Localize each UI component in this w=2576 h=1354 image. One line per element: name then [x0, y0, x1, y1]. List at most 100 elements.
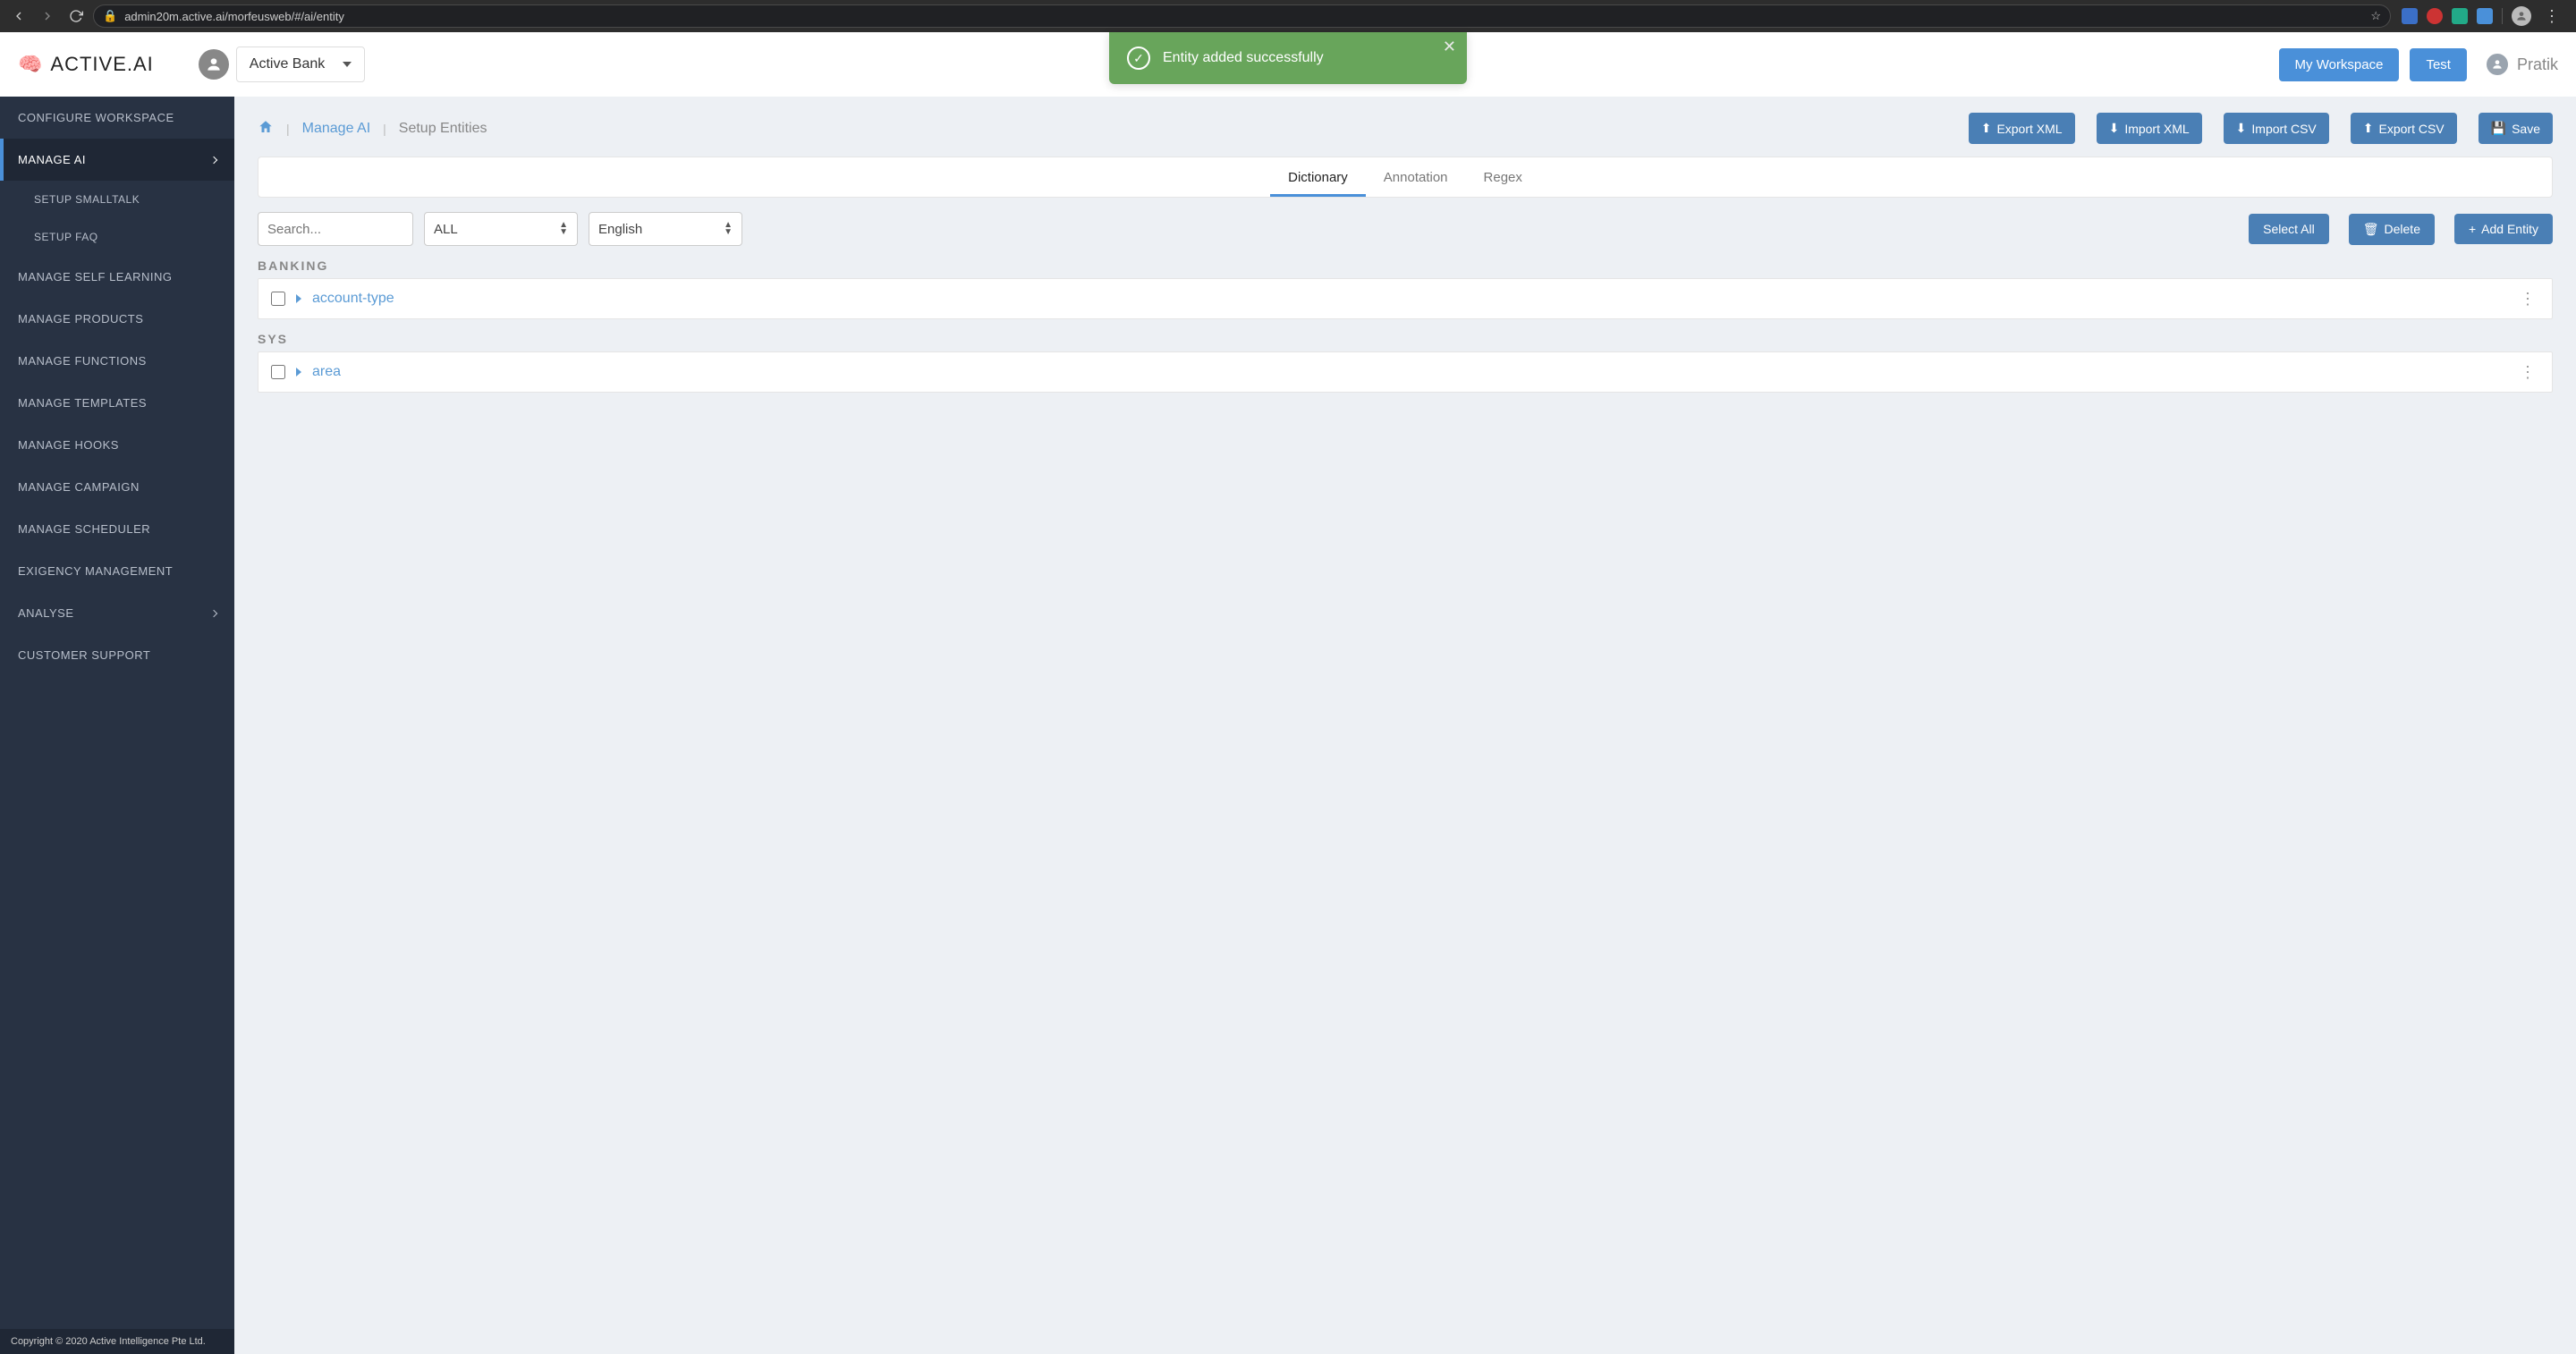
group-title: SYS [258, 332, 2553, 346]
export-csv-button[interactable]: ⬆Export CSV [2351, 113, 2457, 144]
sidebar: CONFIGURE WORKSPACE MANAGE AI SETUP SMAL… [0, 97, 234, 1354]
copyright: Copyright © 2020 Active Intelligence Pte… [0, 1329, 234, 1354]
kebab-menu-icon[interactable]: ⋮ [2516, 290, 2539, 309]
extension-icon[interactable] [2427, 8, 2443, 24]
bank-name: Active Bank [250, 56, 325, 72]
chevron-down-icon [343, 62, 352, 67]
tab-regex[interactable]: Regex [1466, 159, 1540, 196]
entity-name[interactable]: account-type [312, 291, 2505, 307]
import-icon: ⬇ [2236, 121, 2247, 136]
sidebar-label: MANAGE AI [18, 153, 86, 166]
brain-icon: 🧠 [18, 53, 43, 76]
user-name: Pratik [2517, 55, 2558, 74]
breadcrumb-manage-ai[interactable]: Manage AI [302, 121, 371, 137]
breadcrumb-separator: | [383, 122, 386, 136]
close-icon[interactable]: ✕ [1443, 38, 1456, 56]
home-icon[interactable] [258, 119, 274, 138]
sidebar-item-manage-products[interactable]: MANAGE PRODUCTS [0, 298, 234, 340]
browser-back-button[interactable] [7, 4, 30, 28]
export-icon: ⬆ [2363, 121, 2374, 136]
language-select[interactable]: English ▲▼ [589, 212, 742, 246]
browser-forward-button[interactable] [36, 4, 59, 28]
test-button[interactable]: Test [2410, 48, 2467, 81]
delete-button[interactable]: 🗑Delete [2349, 214, 2435, 245]
checkmark-icon: ✓ [1127, 47, 1150, 70]
sidebar-item-exigency-management[interactable]: EXIGENCY MANAGEMENT [0, 550, 234, 592]
breadcrumb-current: Setup Entities [399, 121, 487, 137]
bank-selector[interactable]: Active Bank [236, 47, 365, 82]
save-button[interactable]: 💾Save [2479, 113, 2553, 144]
breadcrumb-separator: | [286, 122, 290, 136]
tab-dictionary[interactable]: Dictionary [1270, 159, 1366, 196]
extension-icon[interactable] [2452, 8, 2468, 24]
search-input-wrapper: ✖ [258, 212, 413, 246]
extension-icon[interactable] [2477, 8, 2493, 24]
toast-message: Entity added successfully [1163, 50, 1324, 66]
user-avatar-icon [2487, 54, 2508, 75]
import-icon: ⬇ [2109, 121, 2120, 136]
entity-row: account-type ⋮ [258, 278, 2553, 319]
sidebar-item-manage-functions[interactable]: MANAGE FUNCTIONS [0, 340, 234, 382]
browser-url-bar[interactable]: 🔒 admin20m.active.ai/morfeusweb/#/ai/ent… [93, 4, 2391, 28]
type-select[interactable]: ALL ▲▼ [424, 212, 578, 246]
browser-reload-button[interactable] [64, 4, 88, 28]
sidebar-item-manage-scheduler[interactable]: MANAGE SCHEDULER [0, 508, 234, 550]
sidebar-item-manage-campaign[interactable]: MANAGE CAMPAIGN [0, 466, 234, 508]
app-header: 🧠 ACTIVE.AI Active Bank ✓ Entity added s… [0, 32, 2576, 97]
tabs: Dictionary Annotation Regex [258, 157, 2553, 198]
browser-extensions: ⋮ [2396, 6, 2569, 26]
kebab-menu-icon[interactable]: ⋮ [2516, 363, 2539, 382]
bookmark-star-icon[interactable]: ☆ [2370, 9, 2381, 23]
type-value: ALL [434, 222, 458, 237]
select-caret-icon: ▲▼ [724, 222, 733, 236]
import-xml-button[interactable]: ⬇Import XML [2097, 113, 2202, 144]
add-entity-button[interactable]: +Add Entity [2454, 214, 2553, 244]
plus-icon: + [2469, 222, 2476, 236]
sidebar-item-setup-smalltalk[interactable]: SETUP SMALLTALK [0, 181, 234, 218]
caret-right-icon[interactable] [296, 368, 301, 377]
sidebar-item-manage-self-learning[interactable]: MANAGE SELF LEARNING [0, 256, 234, 298]
select-all-button[interactable]: Select All [2249, 214, 2329, 244]
tab-annotation[interactable]: Annotation [1366, 159, 1466, 196]
chevron-right-icon [210, 156, 217, 163]
save-icon: 💾 [2491, 121, 2506, 136]
separator [2502, 8, 2503, 24]
sidebar-item-customer-support[interactable]: CUSTOMER SUPPORT [0, 634, 234, 676]
browser-chrome: 🔒 admin20m.active.ai/morfeusweb/#/ai/ent… [0, 0, 2576, 32]
sidebar-item-configure-workspace[interactable]: CONFIGURE WORKSPACE [0, 97, 234, 139]
sidebar-item-manage-ai[interactable]: MANAGE AI [0, 139, 234, 181]
trash-icon: 🗑 [2363, 222, 2379, 237]
lock-icon: 🔒 [103, 9, 117, 23]
search-input[interactable] [267, 222, 445, 237]
entity-checkbox[interactable] [271, 292, 285, 306]
breadcrumb-row: | Manage AI | Setup Entities ⬆Export XML… [258, 97, 2553, 157]
sidebar-item-analyse[interactable]: ANALYSE [0, 592, 234, 634]
sidebar-label: ANALYSE [18, 606, 74, 620]
browser-menu-icon[interactable]: ⋮ [2540, 8, 2563, 24]
logo[interactable]: 🧠 ACTIVE.AI [18, 53, 154, 76]
success-toast: ✓ Entity added successfully ✕ [1109, 32, 1467, 84]
entity-name[interactable]: area [312, 364, 2505, 380]
sidebar-item-setup-faq[interactable]: SETUP FAQ [0, 218, 234, 256]
user-block[interactable]: Pratik [2487, 54, 2558, 75]
language-value: English [598, 222, 642, 237]
browser-url: admin20m.active.ai/morfeusweb/#/ai/entit… [124, 10, 2363, 23]
sidebar-item-manage-templates[interactable]: MANAGE TEMPLATES [0, 382, 234, 424]
sidebar-item-manage-hooks[interactable]: MANAGE HOOKS [0, 424, 234, 466]
export-icon: ⬆ [1981, 121, 1992, 136]
group-title: BANKING [258, 258, 2553, 273]
select-caret-icon: ▲▼ [559, 222, 568, 236]
filter-row: ✖ ALL ▲▼ English ▲▼ Select All 🗑Delete +… [258, 212, 2553, 246]
extension-icon[interactable] [2402, 8, 2418, 24]
entity-checkbox[interactable] [271, 365, 285, 379]
entity-row: area ⋮ [258, 351, 2553, 393]
export-xml-button[interactable]: ⬆Export XML [1969, 113, 2075, 144]
caret-right-icon[interactable] [296, 294, 301, 303]
my-workspace-button[interactable]: My Workspace [2279, 48, 2400, 81]
bank-avatar-icon [199, 49, 229, 80]
chevron-right-icon [210, 609, 217, 616]
import-csv-button[interactable]: ⬇Import CSV [2224, 113, 2329, 144]
logo-text: ACTIVE.AI [50, 53, 153, 76]
main-content: | Manage AI | Setup Entities ⬆Export XML… [234, 97, 2576, 1354]
browser-profile-icon[interactable] [2512, 6, 2531, 26]
